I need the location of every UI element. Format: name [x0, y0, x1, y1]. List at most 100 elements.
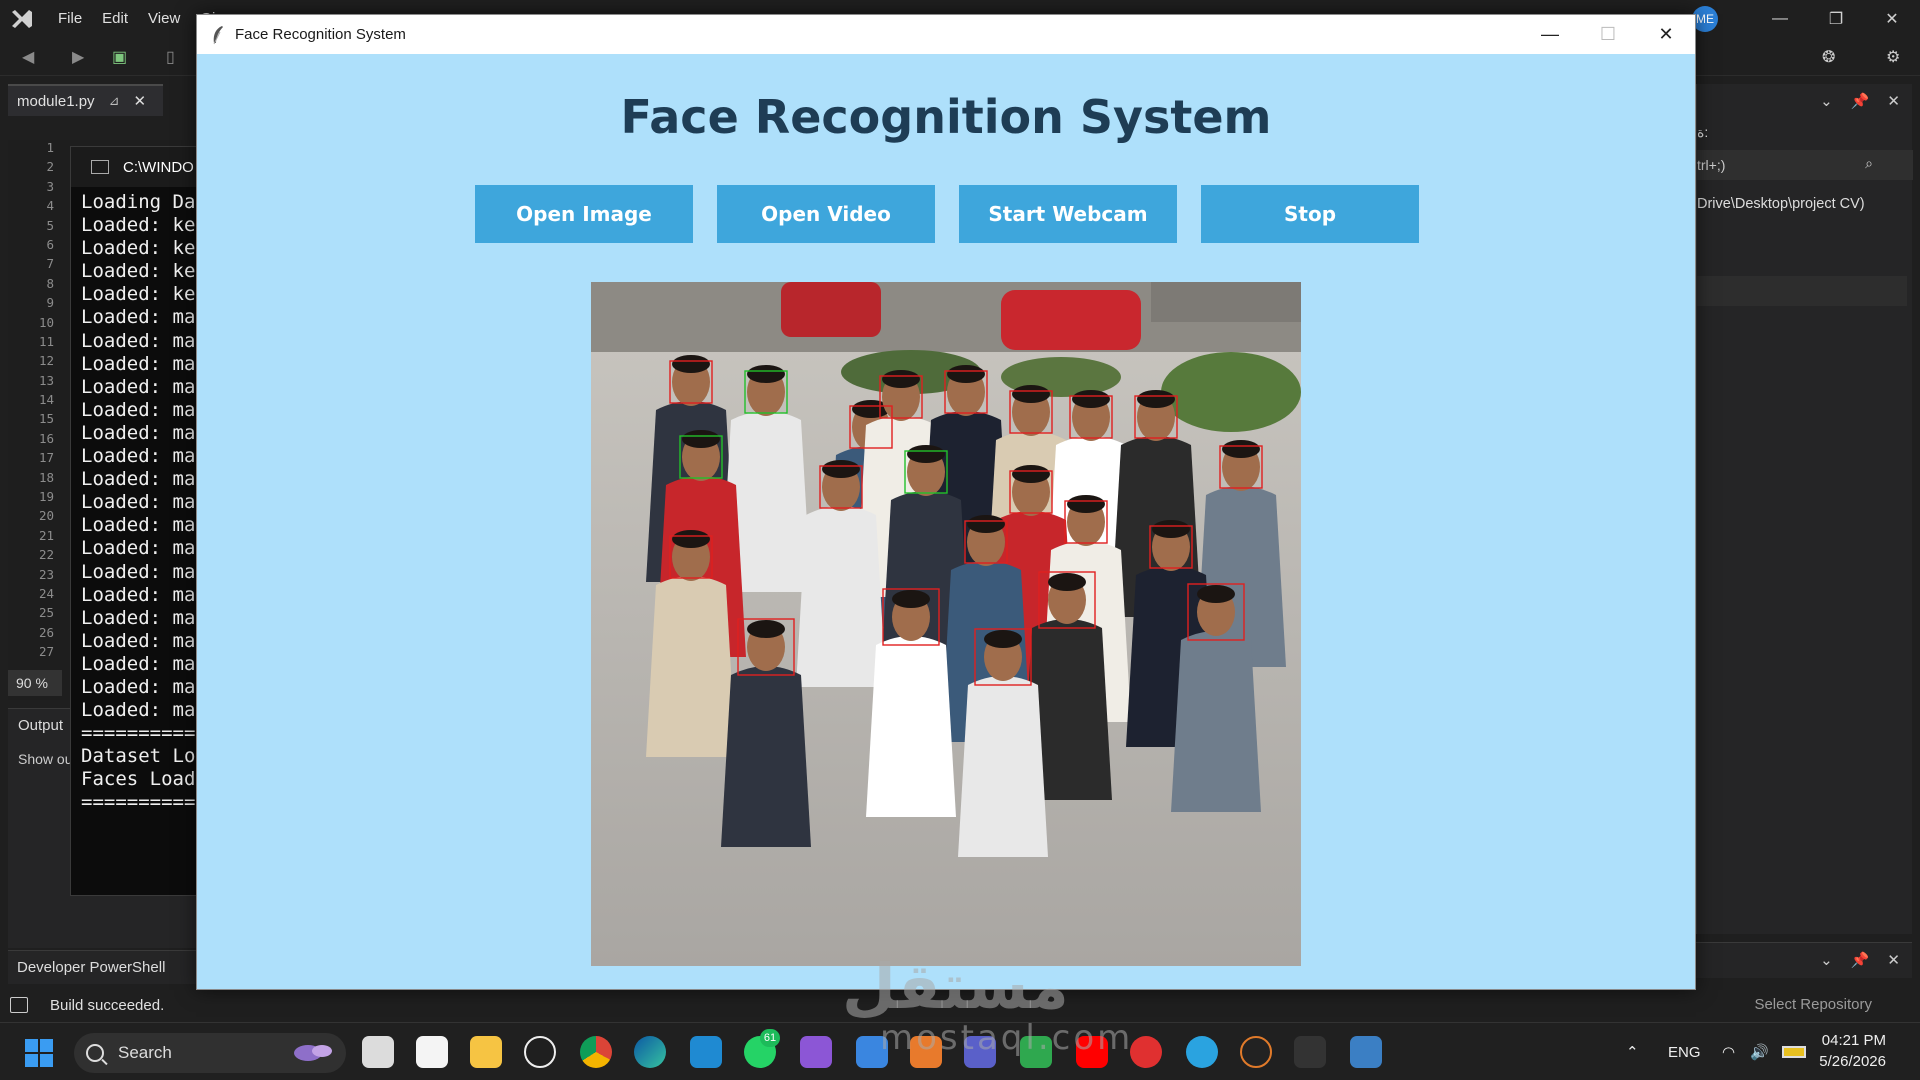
console-line: Faces Load — [81, 768, 196, 791]
chatgpt-icon[interactable] — [524, 1036, 556, 1068]
console-line: ========== — [81, 791, 196, 814]
console-line: Dataset Lo — [81, 745, 196, 768]
page-title: Face Recognition System — [620, 90, 1272, 144]
person-hair — [967, 515, 1005, 533]
chevron-down-icon[interactable]: ⌄ — [1820, 92, 1833, 110]
doc-tab-module1[interactable]: module1.py ⊿ ✕ — [8, 84, 163, 116]
line-number: 2 — [46, 159, 54, 175]
volume-icon[interactable]: 🔊 — [1750, 1023, 1769, 1080]
person-hair — [1152, 520, 1190, 538]
settings-icon[interactable]: ⚙ — [1886, 47, 1906, 67]
visual-studio-icon[interactable] — [800, 1036, 832, 1068]
restore-icon[interactable]: ❐ — [1808, 9, 1864, 29]
console-line: Loaded: ma — [81, 675, 196, 698]
console-line: Loaded: ma — [81, 329, 196, 352]
developer-powershell-tab[interactable]: Developer PowerShell — [8, 950, 198, 984]
solution-search-input[interactable]: trl+;) ⌕ — [1697, 150, 1913, 180]
search-hint: trl+;) — [1697, 157, 1726, 173]
file-icon[interactable]: ▯ — [166, 47, 186, 67]
console-line: Loaded: ke — [81, 260, 196, 283]
console-line: Loaded: ma — [81, 514, 196, 537]
line-number: 17 — [38, 450, 54, 466]
line-number: 5 — [46, 217, 54, 233]
console-line: Loaded: ma — [81, 560, 196, 583]
console-line: Loaded: ma — [81, 537, 196, 560]
chevron-down-icon[interactable]: ⌄ — [1820, 951, 1833, 969]
zoom-level[interactable]: 90 % — [8, 670, 62, 696]
watermark-arabic: مستقل — [842, 950, 1069, 1023]
vscode-icon[interactable] — [690, 1036, 722, 1068]
line-number: 27 — [38, 644, 54, 660]
red-app-icon[interactable] — [1130, 1036, 1162, 1068]
task-view-icon[interactable] — [362, 1036, 394, 1068]
console-line: Loaded: ma — [81, 606, 196, 629]
edge-icon[interactable] — [634, 1036, 666, 1068]
output-show-label: Show ou — [18, 751, 73, 767]
close-icon[interactable]: ✕ — [1887, 92, 1900, 110]
telegram-icon[interactable] — [1186, 1036, 1218, 1068]
windows-start-icon[interactable] — [25, 1039, 53, 1067]
python-icon[interactable] — [1350, 1036, 1382, 1068]
select-repository-button[interactable]: Select Repository — [1754, 996, 1872, 1013]
line-number: 9 — [46, 295, 54, 311]
open-image-button[interactable]: Open Image — [475, 185, 693, 243]
wifi-icon[interactable]: ◠ — [1722, 1023, 1735, 1080]
start-webcam-button[interactable]: Start Webcam — [959, 185, 1177, 243]
solution-path[interactable]: Drive\Desktop\project CV) — [1697, 196, 1865, 212]
new-project-icon[interactable]: ▣ — [112, 47, 132, 67]
line-number: 8 — [46, 275, 54, 291]
person-hair — [747, 620, 785, 638]
taskbar-search[interactable]: Search — [74, 1033, 346, 1073]
console-line: Loaded: ma — [81, 398, 196, 421]
pin-icon[interactable]: 📌 — [1851, 951, 1870, 969]
line-number: 14 — [38, 392, 54, 408]
tray-chevron-icon[interactable]: ⌃ — [1626, 1023, 1639, 1080]
close-icon[interactable]: ✕ — [1887, 951, 1900, 969]
panel-label: ة: — [1697, 124, 1709, 140]
language-indicator[interactable]: ENG — [1668, 1023, 1701, 1080]
battery-icon[interactable] — [1782, 1023, 1806, 1080]
maximize-button[interactable]: ☐ — [1579, 15, 1637, 54]
line-number: 10 — [38, 314, 54, 330]
close-tab-icon[interactable]: ✕ — [133, 92, 146, 110]
minimize-button[interactable]: — — [1521, 15, 1579, 54]
terminal-icon — [91, 160, 109, 174]
back-icon[interactable]: ◀ — [22, 47, 42, 67]
app-titlebar[interactable]: Face Recognition System — ☐ ✕ — [197, 15, 1695, 54]
line-number: 23 — [38, 566, 54, 582]
clock[interactable]: 04:21 PM 5/26/2026 — [1819, 1030, 1886, 1072]
pin-icon[interactable]: 📌 — [1851, 92, 1870, 110]
open-video-button[interactable]: Open Video — [717, 185, 935, 243]
solution-explorer-panel: ⌄ 📌 ✕ ة: trl+;) ⌕ Drive\Desktop\project … — [1696, 84, 1913, 934]
person-hair — [747, 365, 785, 383]
pin-icon[interactable]: ⊿ — [109, 93, 120, 109]
detection-image — [591, 282, 1301, 966]
search-icon[interactable]: ⌕ — [1865, 155, 1873, 172]
line-number: 11 — [38, 333, 54, 349]
person-hair — [1137, 390, 1175, 408]
clock-date: 5/26/2026 — [1819, 1053, 1886, 1070]
menu-edit[interactable]: Edit — [92, 0, 138, 38]
console-line: Loaded: ma — [81, 583, 196, 606]
chrome-icon[interactable] — [580, 1036, 612, 1068]
forward-icon[interactable]: ▶ — [72, 47, 92, 67]
minimize-icon[interactable]: — — [1752, 10, 1808, 28]
terminal-icon[interactable] — [1294, 1036, 1326, 1068]
media-player-icon[interactable] — [1240, 1036, 1272, 1068]
copilot-icon[interactable]: ❂ — [1822, 47, 1842, 67]
line-number: 1 — [46, 140, 54, 155]
tree-row-selected[interactable] — [1697, 276, 1907, 306]
close-icon[interactable]: ✕ — [1864, 9, 1920, 29]
panel-controls: ⌄ 📌 ✕ — [1820, 92, 1900, 110]
close-button[interactable]: ✕ — [1637, 15, 1695, 54]
menu-view[interactable]: View — [138, 0, 190, 38]
stop-button[interactable]: Stop — [1201, 185, 1419, 243]
bible-app-icon[interactable] — [416, 1036, 448, 1068]
output-tab[interactable]: Output — [18, 717, 63, 734]
person-hair — [907, 445, 945, 463]
console-line: Loaded: ke — [81, 237, 196, 260]
menu-file[interactable]: File — [48, 0, 92, 38]
console-window[interactable]: C:\WINDO Loading Da Loaded: ke Loaded: ke L… — [70, 146, 200, 896]
file-explorer-icon[interactable] — [470, 1036, 502, 1068]
visual-studio-logo-icon — [8, 5, 36, 33]
